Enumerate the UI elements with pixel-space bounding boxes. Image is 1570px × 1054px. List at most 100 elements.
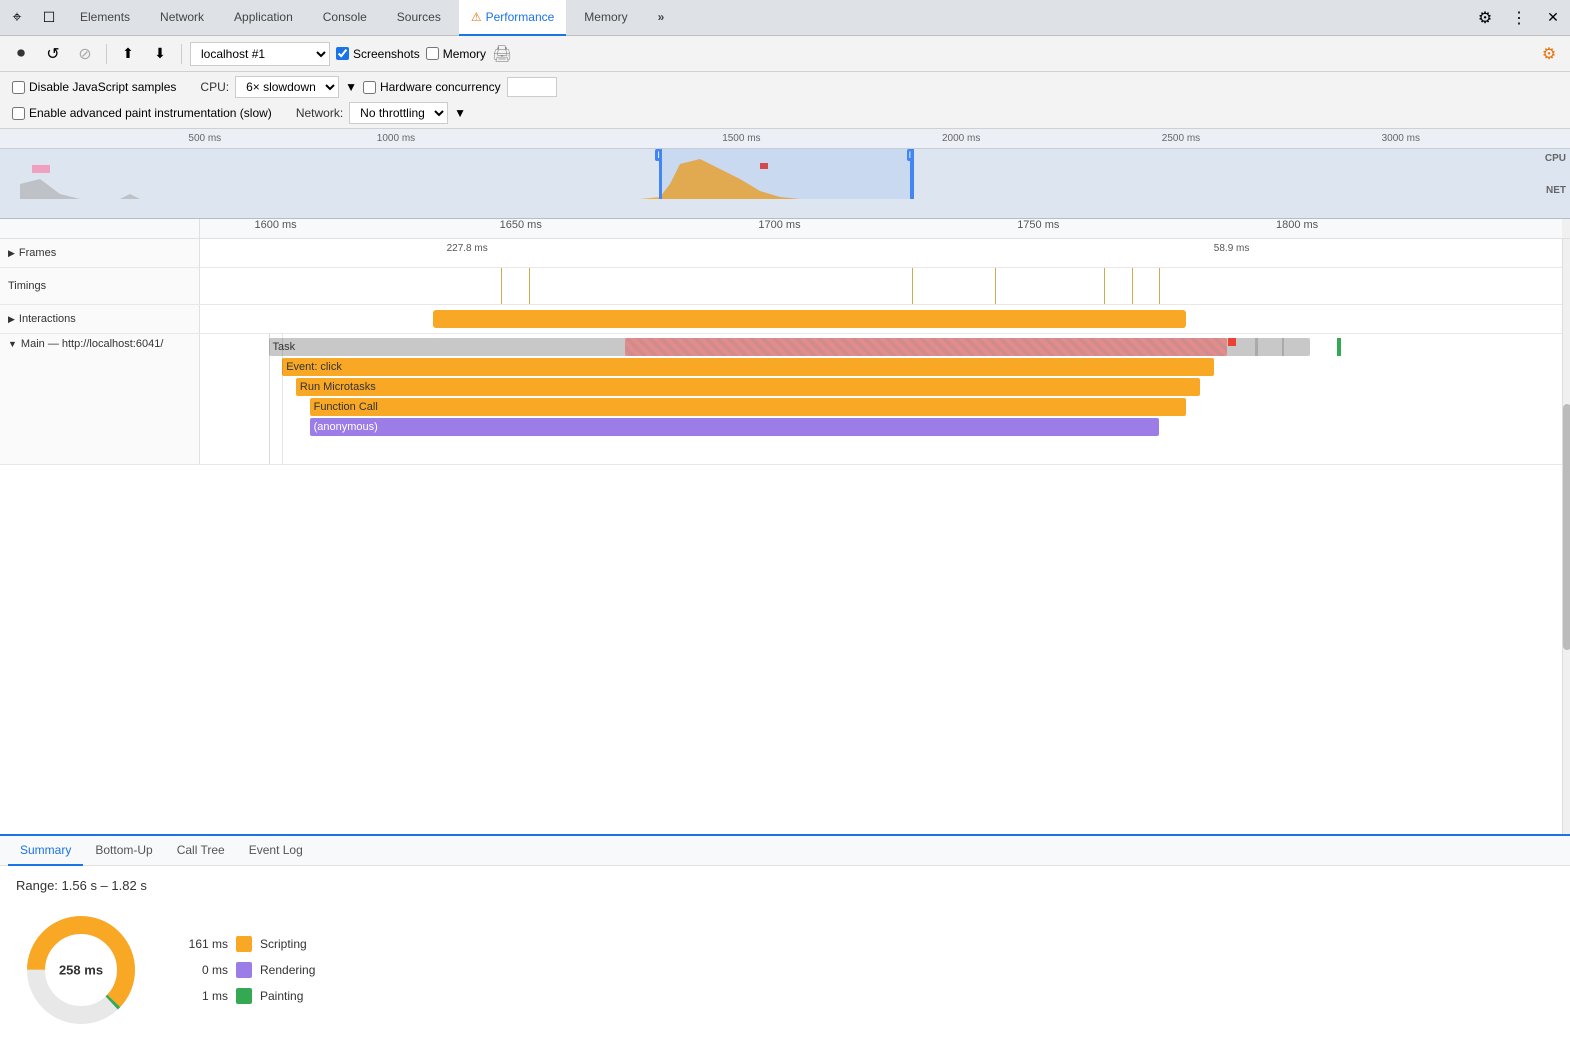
tick-2000: 2000 ms [942, 133, 980, 144]
painting-value: 1 ms [178, 989, 228, 1003]
main-track-row: Main — http://localhost:6041/ Task [0, 334, 1570, 465]
scripting-label: Scripting [260, 937, 307, 951]
disable-js-checkbox[interactable] [12, 81, 25, 94]
scripting-value: 161 ms [178, 937, 228, 951]
rendering-swatch [236, 962, 252, 978]
track-inner-line [282, 334, 283, 464]
close-button[interactable]: ✕ [1540, 5, 1566, 31]
tab-more[interactable]: » [646, 0, 677, 36]
hardware-concurrency-checkbox[interactable] [363, 81, 376, 94]
profile-select[interactable]: localhost #1 [190, 42, 330, 66]
perf-settings-button[interactable]: ⚙ [1536, 41, 1562, 67]
network-dropdown-arrow: ▼ [454, 106, 466, 120]
frames-track-row: Frames 227.8 ms 58.9 ms [0, 239, 1570, 268]
tab-network[interactable]: Network [148, 0, 216, 36]
tab-summary[interactable]: Summary [8, 836, 83, 866]
interactions-expand-icon [8, 313, 15, 325]
tick-2500: 2500 ms [1162, 133, 1200, 144]
devtools-panel: ⌖ ☐ Elements Network Application Console… [0, 0, 1570, 1054]
performance-toolbar: ⏺ ↺ ⊘ ⬆ ⬇ localhost #1 Screenshots Memor… [0, 36, 1570, 72]
enable-paint-checkbox[interactable] [12, 107, 25, 120]
detail-section: 1600 ms 1650 ms 1700 ms 1750 ms 1800 ms … [0, 219, 1570, 834]
download-button[interactable]: ⬇ [147, 41, 173, 67]
bottom-tabs: Summary Bottom-Up Call Tree Event Log [0, 836, 1570, 866]
scrollbar-thumb[interactable] [1563, 404, 1570, 650]
frame-time-2: 58.9 ms [1214, 243, 1250, 254]
selection-right-handle[interactable]: I [911, 149, 914, 199]
interaction-bar[interactable] [433, 310, 1187, 328]
responsive-mode-icon[interactable]: ☐ [36, 5, 62, 31]
flame-task-long[interactable] [625, 338, 1228, 356]
main-flame-content[interactable]: Task Event: click Run Microtasks [200, 334, 1570, 464]
range-label: Range: 1.56 s – 1.82 s [16, 878, 1554, 893]
timing-marker-1 [501, 268, 502, 304]
flame-run-microtasks[interactable]: Run Microtasks [296, 378, 1200, 396]
warning-icon: ⚠ [471, 10, 482, 24]
more-options-button[interactable]: ⋮ [1506, 5, 1532, 31]
tab-console[interactable]: Console [311, 0, 379, 36]
green-task [1337, 338, 1341, 356]
main-expand-icon [8, 338, 17, 350]
timing-marker-3 [912, 268, 913, 304]
disable-js-label[interactable]: Disable JavaScript samples [12, 80, 176, 94]
scrollbar-space [1562, 219, 1570, 238]
timing-marker-5 [1104, 268, 1105, 304]
tab-application[interactable]: Application [222, 0, 305, 36]
timings-label[interactable]: Timings [0, 268, 200, 304]
detail-ruler: 1600 ms 1650 ms 1700 ms 1750 ms 1800 ms [0, 219, 1570, 239]
ruler-spacer [0, 219, 200, 238]
print-icon: 🖨 [492, 44, 512, 64]
hardware-concurrency-input[interactable]: 10 [507, 77, 557, 97]
scripting-swatch [236, 936, 252, 952]
vertical-scrollbar[interactable] [1562, 219, 1570, 834]
timing-marker-6 [1132, 268, 1133, 304]
reload-record-button[interactable]: ↺ [40, 41, 66, 67]
tab-bar: ⌖ ☐ Elements Network Application Console… [0, 0, 1570, 36]
main-label[interactable]: Main — http://localhost:6041/ [0, 334, 200, 464]
enable-paint-label[interactable]: Enable advanced paint instrumentation (s… [12, 106, 272, 120]
legend-painting: 1 ms Painting [178, 988, 315, 1004]
options-row-1: Disable JavaScript samples CPU: 6× slowd… [12, 76, 1558, 98]
interactions-label[interactable]: Interactions [0, 305, 200, 333]
tick-1000: 1000 ms [377, 133, 415, 144]
tab-bottom-up[interactable]: Bottom-Up [83, 836, 164, 866]
donut-center-label: 258 ms [59, 963, 103, 978]
tab-event-log[interactable]: Event Log [237, 836, 315, 866]
cpu-row: CPU: 6× slowdown ▼ Hardware concurrency … [200, 76, 556, 98]
toolbar-right: ⚙ [1536, 41, 1562, 67]
frame-time-1: 227.8 ms [447, 243, 488, 254]
tab-elements[interactable]: Elements [68, 0, 142, 36]
tab-sources[interactable]: Sources [385, 0, 453, 36]
memory-checkbox[interactable] [426, 47, 439, 60]
timing-marker-4 [995, 268, 996, 304]
options-row-2: Enable advanced paint instrumentation (s… [12, 102, 1558, 124]
selection-overlay[interactable] [659, 149, 910, 199]
rendering-value: 0 ms [178, 963, 228, 977]
settings-button[interactable]: ⚙ [1472, 5, 1498, 31]
network-throttle-select[interactable]: No throttling [349, 102, 448, 124]
flame-anonymous[interactable]: (anonymous) [310, 418, 1159, 436]
frames-label[interactable]: Frames [0, 239, 200, 267]
detail-tick-1800: 1800 ms [1276, 219, 1318, 231]
timeline-overview[interactable]: 500 ms 1000 ms 1500 ms 2000 ms 2500 ms 3… [0, 129, 1570, 219]
hardware-concurrency-label[interactable]: Hardware concurrency [363, 80, 501, 94]
tab-performance[interactable]: ⚠ Performance [459, 0, 566, 36]
record-button[interactable]: ⏺ [8, 41, 34, 67]
summary-main: Range: 1.56 s – 1.82 s [16, 878, 1554, 1035]
selection-left-handle[interactable]: I [659, 149, 662, 199]
screenshots-checkbox-label[interactable]: Screenshots [336, 47, 420, 61]
painting-swatch [236, 988, 252, 1004]
flame-event-click[interactable]: Event: click [282, 358, 1214, 376]
memory-checkbox-label[interactable]: Memory [426, 47, 486, 61]
flame-function-call[interactable]: Function Call [310, 398, 1187, 416]
upload-button[interactable]: ⬆ [115, 41, 141, 67]
summary-body: 258 ms 161 ms Scripting 0 ms Rendering [16, 905, 1554, 1035]
clear-button[interactable]: ⊘ [72, 41, 98, 67]
tab-memory[interactable]: Memory [572, 0, 639, 36]
cpu-throttle-select[interactable]: 6× slowdown [235, 76, 339, 98]
track-start-line [269, 334, 270, 464]
tab-call-tree[interactable]: Call Tree [165, 836, 237, 866]
screenshots-checkbox[interactable] [336, 47, 349, 60]
cursor-mode-icon[interactable]: ⌖ [4, 5, 30, 31]
separator-1 [106, 44, 107, 64]
